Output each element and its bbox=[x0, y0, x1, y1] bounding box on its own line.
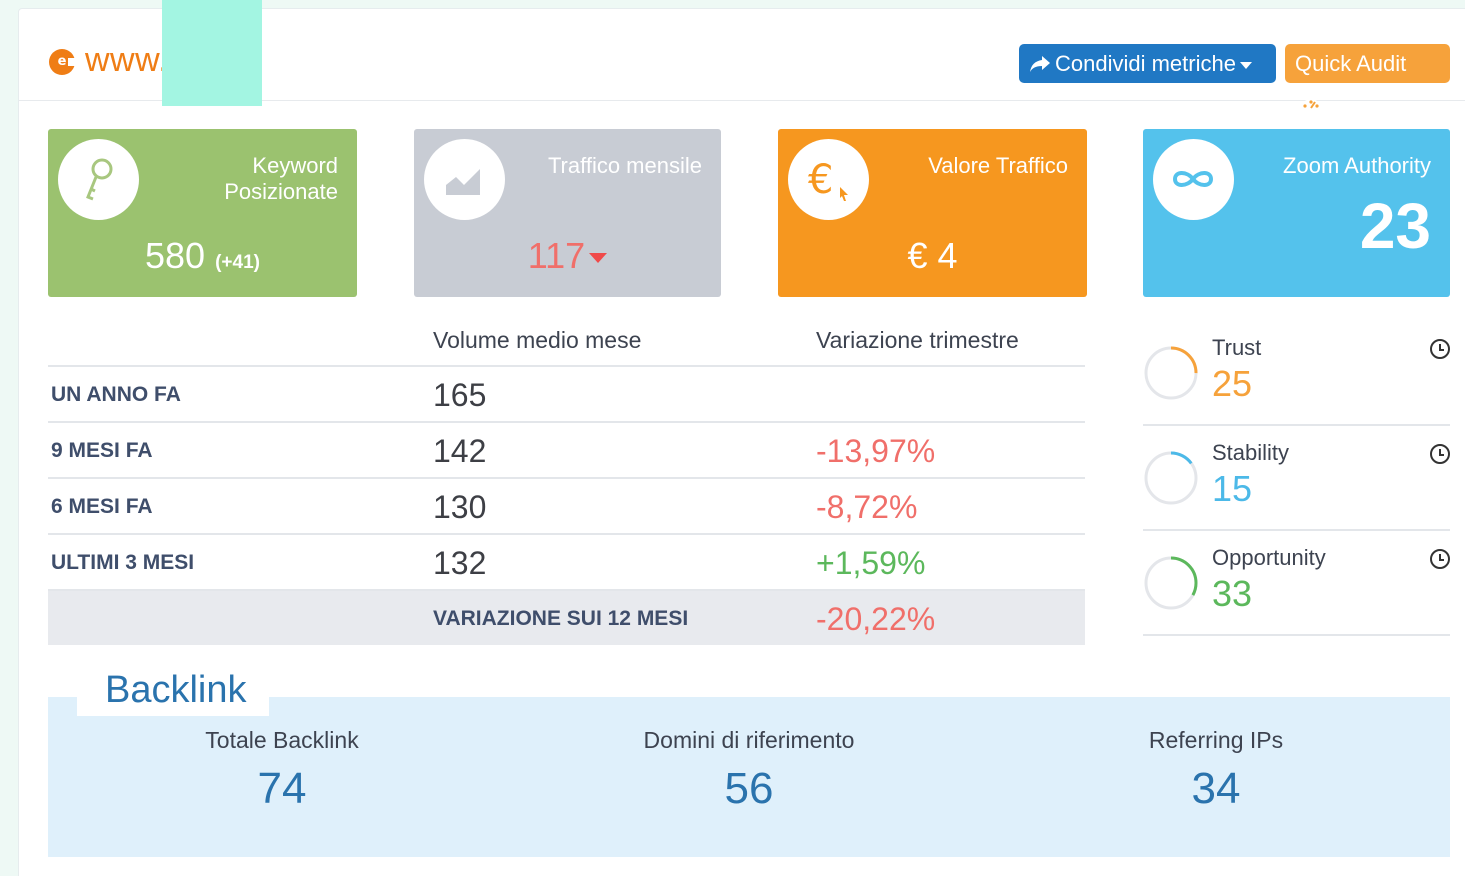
zoom-authority-title: Zoom Authority bbox=[1283, 153, 1431, 178]
traffic-value-amount: € 4 bbox=[907, 235, 958, 276]
svg-text:€: € bbox=[808, 157, 833, 203]
stat-label: Totale Backlink bbox=[205, 727, 359, 753]
row-volume: 142 bbox=[433, 433, 487, 469]
stability-ring bbox=[1144, 451, 1198, 505]
clock-icon[interactable] bbox=[1430, 549, 1450, 569]
traffic-value-title: Valore Traffico bbox=[928, 153, 1068, 178]
table-row: 9 MESI FA 142 -13,97% bbox=[48, 421, 1085, 477]
opportunity-ring bbox=[1144, 556, 1198, 610]
row-variation: -13,97% bbox=[816, 433, 936, 469]
table-row: ULTIMI 3 MESI 132 +1,59% bbox=[48, 533, 1085, 589]
quick-audit-button[interactable]: Quick Audit bbox=[1285, 44, 1450, 109]
dashboard-icon bbox=[1301, 99, 1321, 109]
backlink-ips[interactable]: Referring IPs 34 bbox=[1016, 727, 1416, 814]
metric-stability[interactable]: Stability 15 bbox=[1143, 426, 1450, 531]
metric-label: Opportunity bbox=[1212, 545, 1326, 570]
traffic-value-tile[interactable]: € Valore Traffico € 4 bbox=[778, 129, 1087, 297]
row-volume: 132 bbox=[433, 545, 487, 581]
table-row: 6 MESI FA 130 -8,72% bbox=[48, 477, 1085, 533]
metric-value: 15 bbox=[1212, 468, 1253, 509]
clock-icon[interactable] bbox=[1430, 339, 1450, 359]
stat-value: 56 bbox=[724, 764, 774, 813]
metric-label: Trust bbox=[1212, 335, 1262, 360]
backlink-panel: Totale Backlink 74 Domini di riferimento… bbox=[48, 697, 1450, 857]
keyword-tile-title: Keyword Posizionate bbox=[224, 153, 338, 204]
arrow-down-icon bbox=[589, 253, 608, 264]
traffic-value: 117 bbox=[414, 235, 721, 277]
backlink-domains[interactable]: Domini di riferimento 56 bbox=[549, 727, 949, 814]
share-button-label: Condividi metriche bbox=[1055, 51, 1236, 76]
row-variation: -8,72% bbox=[816, 489, 918, 525]
metric-value: 25 bbox=[1212, 363, 1253, 404]
keyword-tile[interactable]: Keyword Posizionate 580 (+41) bbox=[48, 129, 357, 297]
zoom-authority-tile[interactable]: Zoom Authority 23 bbox=[1143, 129, 1450, 297]
site-logo-icon: e bbox=[49, 49, 77, 75]
traffic-tile-title: Traffico mensile bbox=[547, 153, 702, 178]
infinity-icon bbox=[1153, 139, 1234, 220]
quick-audit-label: Quick Audit bbox=[1295, 51, 1407, 76]
area-chart-icon bbox=[424, 139, 505, 220]
row-volume: 130 bbox=[433, 489, 487, 525]
row-label: 6 MESI FA bbox=[51, 495, 153, 518]
domain-overview-card: e www. i.it Condividi metriche Quick Aud… bbox=[18, 8, 1465, 876]
traffic-tile[interactable]: Traffico mensile 117 bbox=[414, 129, 721, 297]
trust-ring bbox=[1144, 346, 1198, 400]
stat-label: Referring IPs bbox=[1148, 727, 1284, 753]
metric-value: 33 bbox=[1212, 573, 1253, 614]
share-metrics-button[interactable]: Condividi metriche bbox=[1019, 44, 1276, 83]
total-variation-row: VARIAZIONE SUI 12 MESI -20,22% bbox=[48, 589, 1085, 645]
metric-opportunity[interactable]: Opportunity 33 bbox=[1143, 531, 1450, 636]
key-icon bbox=[58, 139, 139, 220]
euro-icon: € bbox=[788, 139, 869, 220]
backlink-title: Backlink bbox=[105, 669, 247, 711]
keyword-delta: (+41) bbox=[215, 252, 260, 273]
metric-trust[interactable]: Trust 25 bbox=[1143, 321, 1450, 426]
zoom-authority-value: 23 bbox=[1359, 190, 1431, 262]
total-variation-value: -20,22% bbox=[816, 601, 936, 637]
row-volume: 165 bbox=[433, 377, 487, 413]
chevron-down-icon bbox=[1239, 61, 1252, 69]
redaction-block bbox=[162, 0, 262, 106]
stat-label: Domini di riferimento bbox=[643, 727, 855, 753]
metric-label: Stability bbox=[1212, 440, 1290, 465]
row-variation: +1,59% bbox=[816, 545, 926, 581]
column-header-variation: Variazione trimestre bbox=[816, 327, 1019, 353]
column-header-volume: Volume medio mese bbox=[433, 327, 642, 353]
clock-icon[interactable] bbox=[1430, 444, 1450, 464]
table-row: UN ANNO FA 165 bbox=[48, 365, 1085, 421]
stat-value: 34 bbox=[1191, 764, 1241, 813]
keyword-count: 580 (+41) bbox=[145, 235, 260, 276]
backlink-total[interactable]: Totale Backlink 74 bbox=[82, 727, 482, 814]
row-label: 9 MESI FA bbox=[51, 439, 153, 462]
row-label: UN ANNO FA bbox=[51, 383, 181, 406]
row-label: ULTIMI 3 MESI bbox=[51, 551, 195, 574]
share-icon bbox=[1030, 56, 1050, 72]
total-variation-label: VARIAZIONE SUI 12 MESI bbox=[433, 607, 689, 630]
stat-value: 74 bbox=[257, 764, 307, 813]
